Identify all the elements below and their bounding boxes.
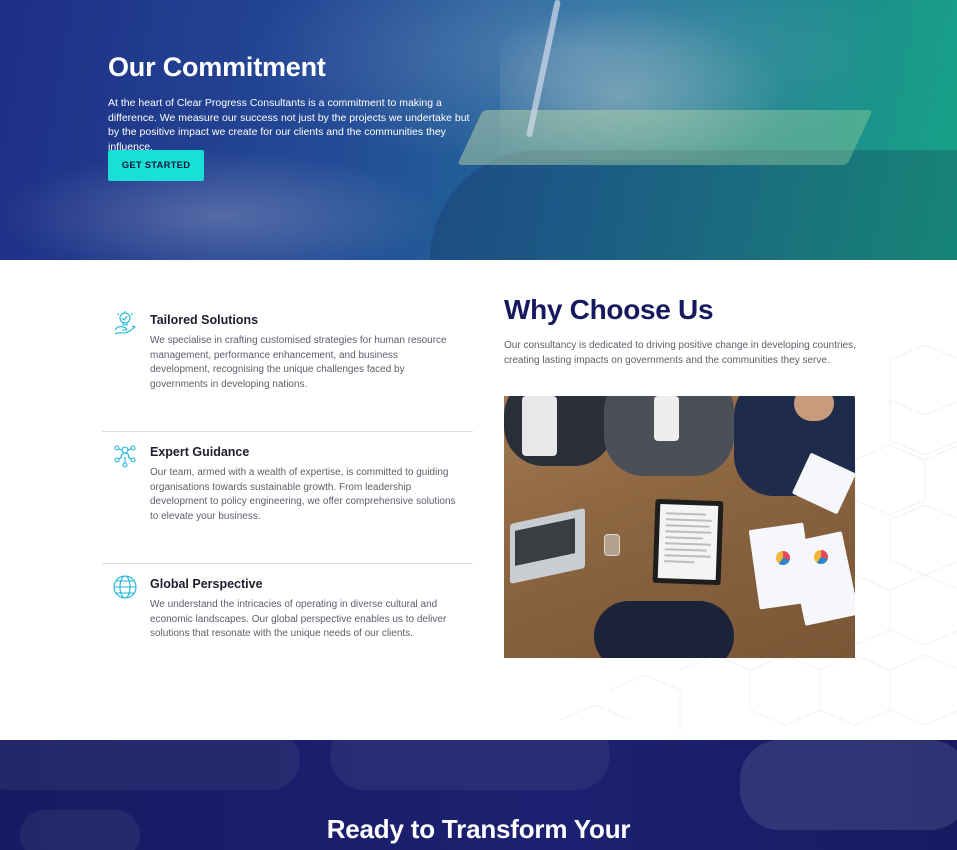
idea-icon: [112, 310, 138, 336]
feature-title: Global Perspective: [150, 577, 263, 591]
cta-title: Ready to Transform Your: [326, 814, 631, 844]
cta-section: Ready to Transform Your: [0, 740, 957, 850]
globe-icon: [112, 574, 138, 600]
features-list: Tailored Solutions We specialise in craf…: [102, 300, 473, 696]
meeting-photo: [504, 396, 855, 658]
why-choose-us-title: Why Choose Us: [504, 294, 714, 325]
feature-description: Our team, armed with a wealth of experti…: [150, 467, 456, 522]
feature-title: Tailored Solutions: [150, 313, 259, 327]
clipboard-image: [652, 498, 724, 586]
hero-description: At the heart of Clear Progress Consultan…: [108, 97, 470, 153]
feature-global-perspective: Global Perspective We understand the int…: [102, 564, 473, 696]
feature-expert-guidance: Expert Guidance Our team, armed with a w…: [102, 432, 473, 564]
hero-section: Our Commitment At the heart of Clear Pro…: [0, 0, 957, 260]
feature-tailored-solutions: Tailored Solutions We specialise in craf…: [102, 300, 473, 432]
network-icon: [112, 442, 138, 468]
feature-title: Expert Guidance: [150, 445, 250, 459]
feature-description: We specialise in crafting customised str…: [150, 335, 447, 390]
get-started-button[interactable]: GET STARTED: [108, 150, 204, 181]
why-choose-us-description: Our consultancy is dedicated to driving …: [504, 340, 856, 366]
feature-description: We understand the intricacies of operati…: [150, 599, 447, 639]
hero-title: Our Commitment: [108, 52, 326, 82]
